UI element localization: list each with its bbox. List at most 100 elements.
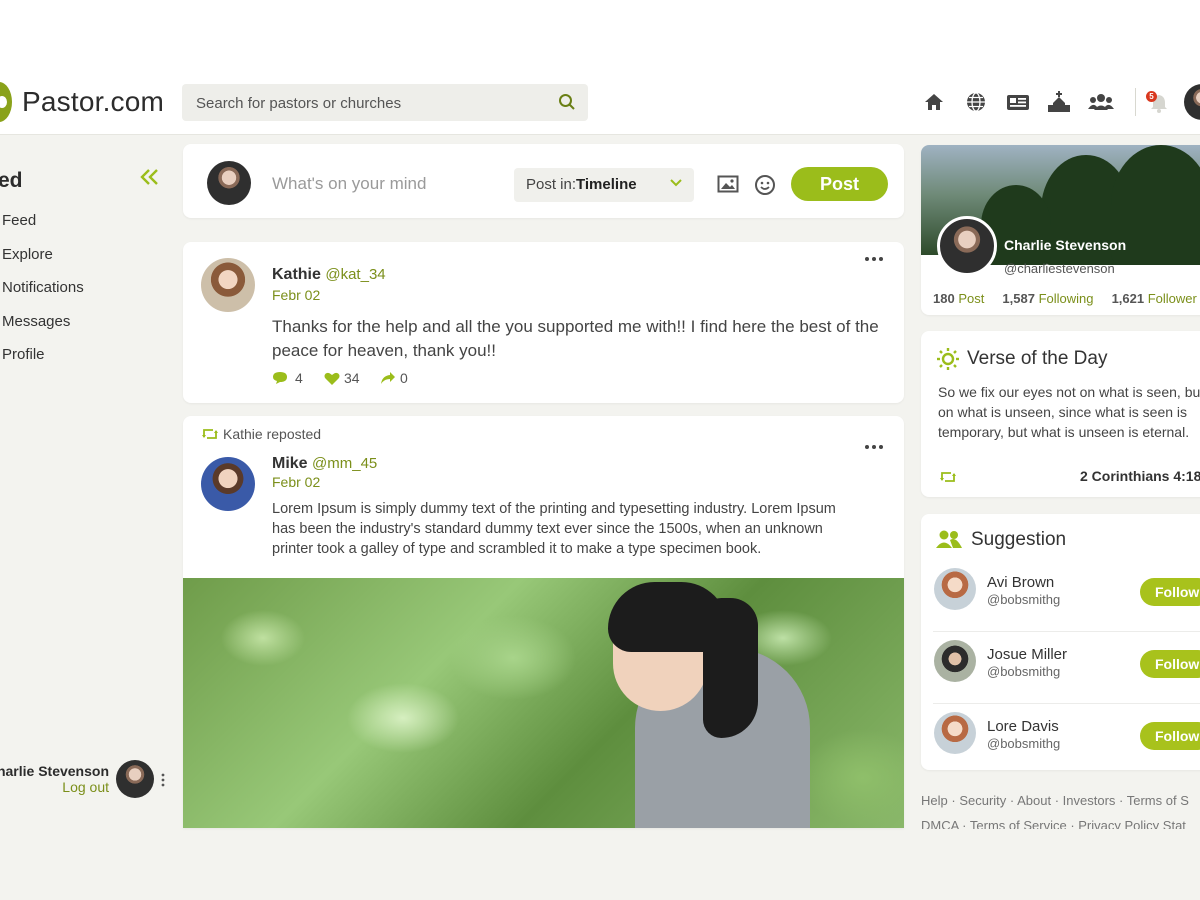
followers-count: 1,621	[1111, 291, 1145, 306]
verse-card: Verse of the Day So we fix our eyes not …	[921, 331, 1200, 497]
logout-link[interactable]: Log out	[0, 779, 109, 795]
sidebar-user: harlie Stevenson Log out	[0, 763, 109, 795]
post-author-handle: @mm_45	[312, 455, 378, 472]
brand-name[interactable]: Pastor.com	[22, 86, 164, 118]
post-in-select[interactable]: Post in: Timeline	[514, 168, 694, 202]
author-name-text: Mike	[272, 455, 308, 472]
follow-button[interactable]: Follow	[1140, 722, 1200, 750]
follow-button[interactable]: Follow	[1140, 650, 1200, 678]
repost-icon	[202, 429, 218, 439]
suggestion-name[interactable]: Josue Miller	[987, 646, 1067, 663]
followers-label[interactable]: Follower	[1148, 291, 1197, 306]
suggestion-item: Josue Miller @bobsmithg Follow	[921, 637, 1200, 709]
sidebar-item-notifications[interactable]: Notifications	[2, 279, 84, 296]
post-card: Kathie @kat_34 Febr 02 Thanks for the he…	[183, 242, 904, 403]
footer-link-terms[interactable]: Terms of S	[1127, 793, 1189, 808]
sidebar-item-profile[interactable]: Profile	[2, 346, 45, 363]
footer-link-help[interactable]: Help	[921, 793, 948, 808]
home-icon[interactable]	[923, 91, 945, 113]
suggestion-avatar[interactable]	[934, 712, 976, 754]
globe-icon[interactable]	[965, 91, 987, 113]
suggestion-handle: @bobsmithg	[987, 664, 1061, 679]
top-bar	[0, 0, 1200, 135]
chevron-down-icon	[670, 179, 682, 187]
verse-reference: 2 Corinthians 4:18	[1080, 468, 1200, 484]
footer-links: Help · Security · About · Investors · Te…	[921, 793, 1189, 808]
post-in-value: Timeline	[576, 176, 637, 193]
nav-divider	[1135, 88, 1136, 116]
post-text: Lorem Ipsum is simply dummy text of the …	[272, 501, 836, 557]
suggestion-title: Suggestion	[971, 529, 1067, 550]
post-date: Febr 02	[272, 287, 321, 303]
suggestion-item: Avi Brown @bobsmithg Follow	[921, 565, 1200, 637]
repost-icon[interactable]	[939, 471, 957, 483]
verse-title: Verse of the Day	[967, 348, 1108, 369]
like-count: 34	[344, 370, 360, 386]
post-in-label: Post in:	[526, 176, 577, 193]
divider	[933, 631, 1200, 632]
collapse-sidebar-icon[interactable]	[140, 168, 160, 186]
post-button[interactable]: Post	[791, 167, 888, 201]
more-options-icon[interactable]	[864, 256, 884, 262]
suggestion-avatar[interactable]	[934, 568, 976, 610]
search-bar[interactable]	[182, 84, 588, 123]
footer-link-terms-of-service[interactable]: Terms of Service	[970, 818, 1067, 829]
suggestion-handle: @bobsmithg	[987, 592, 1061, 607]
share-icon[interactable]	[380, 371, 396, 385]
divider	[933, 703, 1200, 704]
image-icon[interactable]	[717, 174, 739, 194]
notification-badge: 5	[1146, 91, 1157, 102]
post-author-avatar[interactable]	[201, 258, 255, 312]
suggestion-avatar[interactable]	[934, 640, 976, 682]
post-author-name[interactable]: Mike @mm_45	[272, 455, 377, 473]
author-name-text: Kathie	[272, 266, 321, 283]
sidebar-item-feed[interactable]: Feed	[2, 212, 36, 229]
profile-stats: 180 Post 1,587 Following 1,621 Follower	[933, 291, 1197, 306]
suggestion-name[interactable]: Avi Brown	[987, 574, 1054, 591]
post-card: Kathie reposted Mike @mm_45 Febr 02 Lore…	[183, 416, 904, 828]
more-options-icon[interactable]	[864, 444, 884, 450]
posts-label: Post	[958, 291, 985, 306]
search-icon[interactable]	[558, 93, 576, 111]
emoji-icon[interactable]	[754, 174, 776, 196]
profile-card: Charlie Stevenson @charliestevenson 180 …	[921, 145, 1200, 315]
footer-link-security[interactable]: Security	[959, 793, 1006, 808]
composer-input[interactable]: What's on your mind	[272, 174, 426, 194]
footer-link-dmca[interactable]: DMCA	[921, 818, 959, 829]
sidebar-user-avatar[interactable]	[116, 760, 154, 798]
posts-count: 180	[933, 291, 955, 306]
church-icon[interactable]	[1047, 91, 1071, 113]
repost-label: Kathie reposted	[223, 426, 322, 442]
suggestion-name[interactable]: Lore Davis	[987, 718, 1059, 735]
post-photo[interactable]	[183, 578, 904, 828]
sidebar-user-name: harlie Stevenson	[0, 763, 109, 779]
profile-name[interactable]: Charlie Stevenson	[1004, 237, 1126, 253]
sidebar-item-messages[interactable]: Messages	[2, 313, 70, 330]
search-input[interactable]	[194, 84, 548, 123]
suggestion-handle: @bobsmithg	[987, 736, 1061, 751]
following-count: 1,587	[1002, 291, 1035, 306]
follow-button[interactable]: Follow	[1140, 578, 1200, 606]
post-author-name[interactable]: Kathie @kat_34	[272, 266, 386, 284]
post-date: Febr 02	[272, 474, 321, 490]
more-vertical-icon[interactable]	[160, 772, 166, 788]
profile-avatar[interactable]	[937, 216, 997, 276]
sun-icon	[937, 348, 959, 370]
footer-link-about[interactable]: About	[1017, 793, 1051, 808]
following-label[interactable]: Following	[1039, 291, 1094, 306]
suggestion-item: Lore Davis @bobsmithg Follow	[921, 709, 1200, 781]
heart-icon[interactable]	[324, 372, 340, 385]
group-icon[interactable]	[1088, 91, 1114, 113]
footer-link-investors[interactable]: Investors	[1063, 793, 1116, 808]
footer-link-privacy-policy[interactable]: Privacy Policy Stat	[1078, 818, 1186, 829]
post-author-avatar[interactable]	[201, 457, 255, 511]
composer-avatar	[207, 161, 251, 205]
top-bar-divider	[0, 134, 1200, 135]
users-icon	[936, 530, 962, 548]
share-count: 0	[400, 370, 408, 386]
sidebar-item-explore[interactable]: Explore	[2, 246, 53, 263]
footer-links: DMCA · Terms of Service · Privacy Policy…	[921, 818, 1186, 829]
comment-icon[interactable]	[272, 371, 288, 385]
newspaper-icon[interactable]	[1006, 91, 1030, 113]
suggestion-card: Suggestion Avi Brown @bobsmithg Follow J…	[921, 514, 1200, 770]
